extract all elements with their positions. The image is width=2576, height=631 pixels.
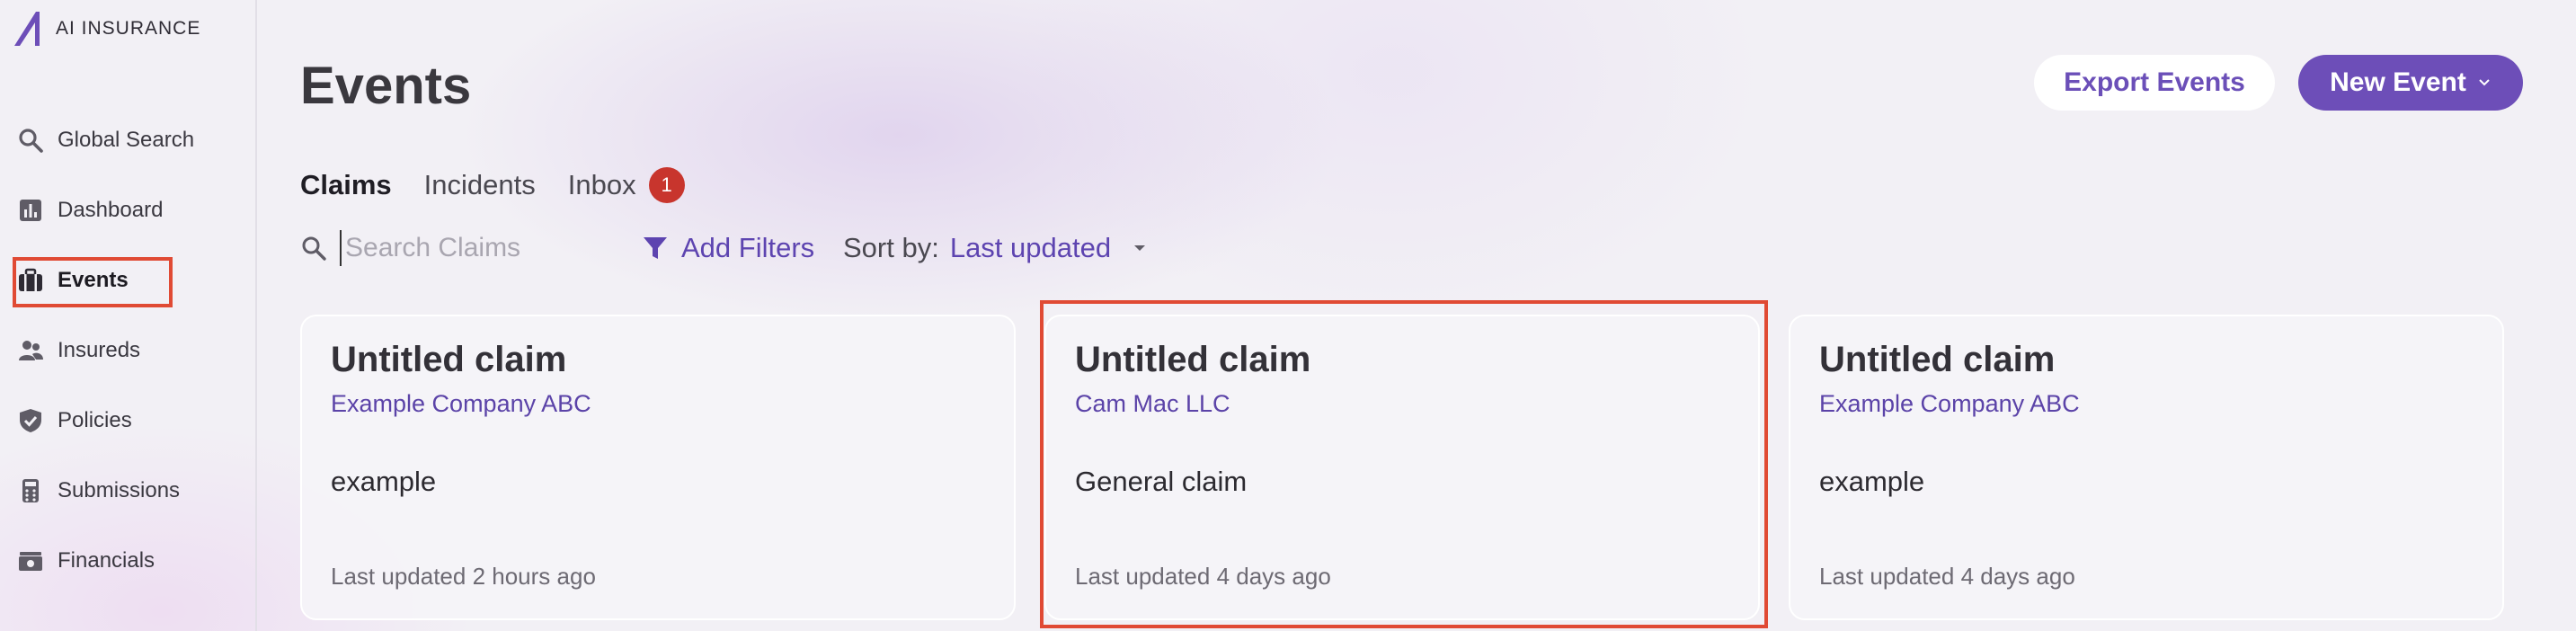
sidebar-item-label: Financials — [58, 548, 155, 573]
claim-title: Untitled claim — [1819, 340, 2056, 379]
new-event-button[interactable]: New Event — [2298, 55, 2523, 111]
claim-card[interactable]: Untitled claim Example Company ABC examp… — [1789, 315, 2504, 620]
sidebar-item-label: Submissions — [58, 478, 181, 502]
claim-title: Untitled claim — [331, 340, 567, 379]
sort-select[interactable]: Last updated — [950, 232, 1111, 264]
sidebar-item-label: Insureds — [58, 338, 141, 362]
logo-mark-icon — [14, 12, 40, 46]
sidebar-item-submissions[interactable]: Submissions — [16, 468, 241, 513]
sidebar-item-label: Events — [58, 268, 129, 292]
claim-last-updated: Last updated 4 days ago — [1075, 563, 1331, 590]
sidebar-item-policies[interactable]: Policies — [16, 398, 241, 443]
claim-company-link[interactable]: Example Company ABC — [1819, 390, 2080, 418]
tab-incidents[interactable]: Incidents — [424, 169, 536, 201]
search-input[interactable] — [340, 230, 609, 266]
sidebar-item-insureds[interactable]: Insureds — [16, 328, 241, 373]
brand-logo[interactable]: AI INSURANCE — [13, 9, 200, 49]
claim-card[interactable]: Untitled claim Cam Mac LLC General claim… — [1044, 315, 1760, 620]
sort-control: Sort by: Last updated — [843, 232, 1147, 264]
claim-company-link[interactable]: Example Company ABC — [331, 390, 591, 418]
claim-description: General claim — [1075, 466, 1248, 497]
sort-label: Sort by: — [843, 232, 939, 263]
add-filters-label: Add Filters — [681, 232, 815, 263]
people-icon — [16, 336, 45, 365]
briefcase-icon — [16, 266, 45, 295]
caret-down-icon[interactable] — [1133, 241, 1147, 255]
inbox-count-badge: 1 — [648, 167, 685, 203]
chart-icon — [16, 196, 45, 225]
search-bar — [300, 230, 609, 266]
sidebar-item-financials[interactable]: Financials — [16, 538, 241, 583]
sidebar-item-label: Dashboard — [58, 198, 164, 222]
claim-company-link[interactable]: Cam Mac LLC — [1075, 390, 1230, 418]
sidebar-item-events[interactable]: Events — [16, 258, 241, 303]
chevron-down-icon — [2479, 79, 2490, 86]
tab-claims[interactable]: Claims — [300, 169, 392, 201]
add-filters-button[interactable]: Add Filters — [642, 232, 814, 264]
new-event-label: New Event — [2330, 67, 2466, 97]
claim-last-updated: Last updated 2 hours ago — [331, 563, 596, 590]
brand-name: AI INSURANCE — [56, 18, 201, 39]
claim-description: example — [331, 466, 437, 497]
events-tabs: Claims Incidents Inbox 1 — [300, 167, 685, 203]
sidebar-item-dashboard[interactable]: Dashboard — [16, 188, 241, 233]
claim-last-updated: Last updated 4 days ago — [1819, 563, 2075, 590]
filter-icon — [644, 237, 667, 259]
tab-inbox[interactable]: Inbox — [568, 169, 636, 201]
export-events-button[interactable]: Export Events — [2034, 55, 2275, 111]
claim-description: example — [1819, 466, 1925, 497]
page-title: Events — [300, 57, 472, 115]
claim-card[interactable]: Untitled claim Example Company ABC examp… — [300, 315, 1016, 620]
sidebar: AI INSURANCE Global Search Dashboard Eve… — [0, 0, 257, 631]
money-icon — [16, 547, 45, 575]
sidebar-item-label: Policies — [58, 408, 132, 432]
sidebar-item-global-search[interactable]: Global Search — [16, 118, 241, 163]
search-icon — [302, 236, 326, 261]
sidebar-item-label: Global Search — [58, 128, 195, 152]
search-icon — [16, 126, 45, 155]
shield-icon — [16, 406, 45, 435]
calculator-icon — [16, 476, 45, 505]
claim-title: Untitled claim — [1075, 340, 1311, 379]
